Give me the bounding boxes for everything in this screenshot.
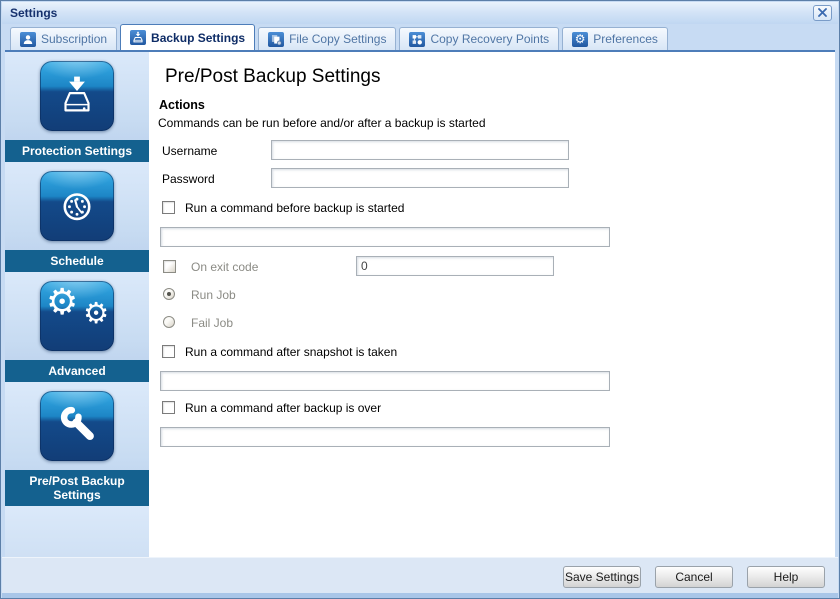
gear-icon: ⚙ bbox=[572, 32, 588, 47]
window-title: Settings bbox=[10, 6, 57, 20]
main-content: Pre/Post Backup Settings Actions Command… bbox=[149, 52, 835, 557]
tab-label: Preferences bbox=[593, 32, 658, 46]
username-input[interactable] bbox=[271, 140, 569, 160]
recovery-points-icon bbox=[409, 32, 425, 47]
section-title: Actions bbox=[159, 98, 205, 112]
after-snapshot-checkbox[interactable] bbox=[162, 345, 175, 358]
protection-drive-icon bbox=[40, 61, 114, 131]
fail-job-radio[interactable] bbox=[163, 316, 175, 328]
tab-label: Backup Settings bbox=[151, 31, 245, 45]
user-icon bbox=[20, 32, 36, 47]
sidebar-label: Protection Settings bbox=[5, 140, 149, 162]
tile-wrap bbox=[5, 52, 149, 140]
tab-copy-recovery-points[interactable]: Copy Recovery Points bbox=[399, 27, 559, 50]
help-button[interactable]: Help bbox=[747, 566, 825, 588]
after-backup-checkbox-label: Run a command after backup is over bbox=[185, 401, 381, 415]
tab-file-copy-settings[interactable]: File Copy Settings bbox=[258, 27, 396, 50]
password-input[interactable] bbox=[271, 168, 569, 188]
sidebar-item-advanced[interactable]: ⚙ ⚙ Advanced bbox=[5, 272, 149, 382]
sidebar-label: Pre/Post Backup Settings bbox=[5, 470, 149, 506]
clock-icon bbox=[40, 171, 114, 241]
tile-wrap: ⚙ ⚙ bbox=[5, 272, 149, 360]
fail-job-radio-label: Fail Job bbox=[191, 316, 233, 330]
save-settings-button[interactable]: Save Settings bbox=[563, 566, 641, 588]
on-exit-code-checkbox[interactable] bbox=[163, 260, 176, 273]
after-backup-command-input[interactable] bbox=[160, 427, 610, 447]
before-backup-checkbox[interactable] bbox=[162, 201, 175, 214]
exit-code-input[interactable] bbox=[356, 256, 554, 276]
password-label: Password bbox=[162, 172, 215, 186]
tab-bar: Subscription Backup Settings File Copy S… bbox=[5, 24, 835, 52]
settings-window: Settings Subscription Backup Settings Fi… bbox=[0, 0, 840, 599]
before-backup-command-input[interactable] bbox=[160, 227, 610, 247]
username-label: Username bbox=[162, 144, 217, 158]
after-snapshot-command-input[interactable] bbox=[160, 371, 610, 391]
sidebar-filler bbox=[5, 506, 149, 557]
on-exit-code-label: On exit code bbox=[191, 260, 258, 274]
section-description: Commands can be run before and/or after … bbox=[158, 116, 486, 130]
window-bottom-frame bbox=[2, 593, 838, 599]
sidebar-item-protection-settings[interactable]: Protection Settings bbox=[5, 52, 149, 162]
before-backup-checkbox-label: Run a command before backup is started bbox=[185, 201, 404, 215]
run-job-radio[interactable] bbox=[163, 288, 175, 300]
after-snapshot-checkbox-label: Run a command after snapshot is taken bbox=[185, 345, 397, 359]
cancel-button[interactable]: Cancel bbox=[655, 566, 733, 588]
tab-preferences[interactable]: ⚙ Preferences bbox=[562, 27, 668, 50]
footer-bar: Save Settings Cancel Help bbox=[2, 557, 838, 593]
tab-subscription[interactable]: Subscription bbox=[10, 27, 117, 50]
close-button[interactable] bbox=[813, 5, 832, 21]
dialog-body: Protection Settings bbox=[5, 52, 835, 557]
titlebar: Settings bbox=[2, 2, 838, 24]
run-job-radio-label: Run Job bbox=[191, 288, 236, 302]
sidebar: Protection Settings bbox=[5, 52, 149, 557]
gears-icon: ⚙ ⚙ bbox=[40, 281, 114, 351]
tile-wrap bbox=[5, 162, 149, 250]
tab-label: File Copy Settings bbox=[289, 32, 386, 46]
page-title: Pre/Post Backup Settings bbox=[165, 66, 380, 88]
sidebar-item-schedule[interactable]: Schedule bbox=[5, 162, 149, 272]
tile-wrap bbox=[5, 382, 149, 470]
file-copy-icon bbox=[268, 32, 284, 47]
sidebar-label: Schedule bbox=[5, 250, 149, 272]
sidebar-label: Advanced bbox=[5, 360, 149, 382]
wrench-icon bbox=[40, 391, 114, 461]
after-backup-checkbox[interactable] bbox=[162, 401, 175, 414]
close-icon bbox=[818, 4, 827, 22]
sidebar-item-pre-post-backup-settings[interactable]: Pre/Post Backup Settings bbox=[5, 382, 149, 506]
tab-backup-settings[interactable]: Backup Settings bbox=[120, 24, 255, 50]
tab-label: Subscription bbox=[41, 32, 107, 46]
backup-drive-icon bbox=[130, 30, 146, 45]
tab-label: Copy Recovery Points bbox=[430, 32, 549, 46]
